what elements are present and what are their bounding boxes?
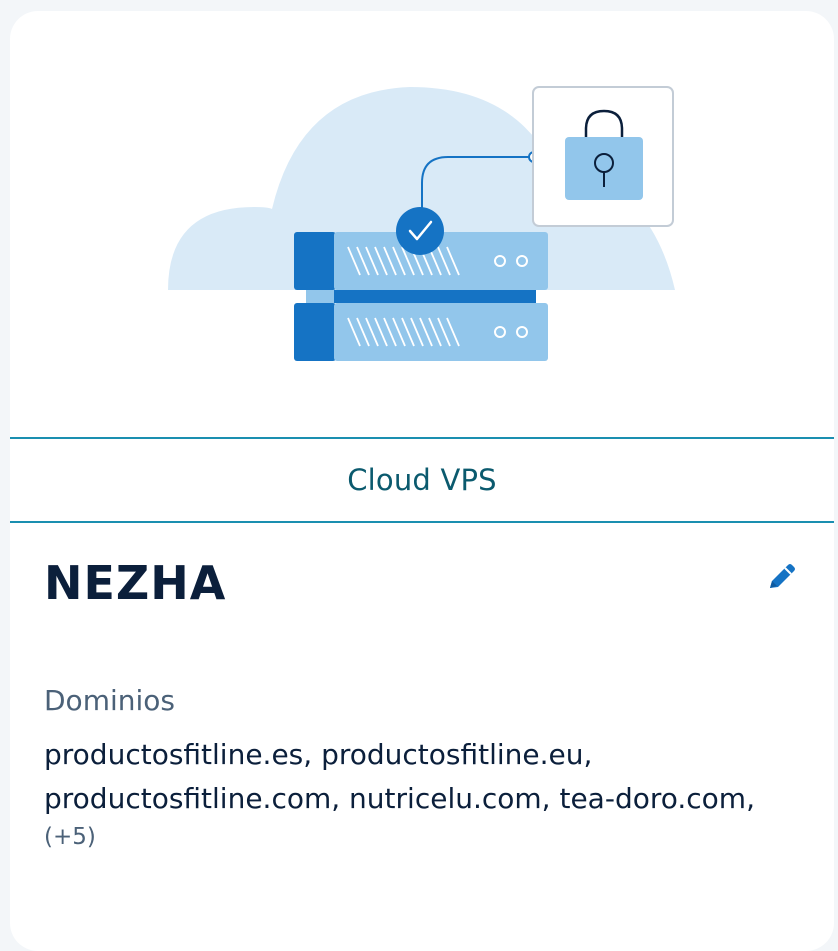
lock-icon (532, 86, 674, 227)
edit-button[interactable] (762, 557, 802, 597)
cloud-vps-illustration (10, 11, 834, 437)
domains-list: productosfitline.es, productosfitline.eu… (44, 733, 814, 821)
server-card[interactable]: Cloud VPS NEZHA Dominios productosfitlin… (10, 11, 834, 951)
domains-line-2: productosfitline.com, nutricelu.com, tea… (44, 782, 755, 815)
domains-label: Dominios (44, 684, 175, 717)
more-domains-count[interactable]: (+5) (44, 824, 96, 850)
product-type-bar: Cloud VPS (10, 437, 834, 523)
domains-line-1: productosfitline.es, productosfitline.eu… (44, 738, 593, 771)
check-circle-icon (396, 207, 444, 255)
pencil-icon[interactable] (762, 557, 802, 597)
product-type-label: Cloud VPS (347, 463, 497, 497)
server-name: NEZHA (44, 556, 227, 610)
